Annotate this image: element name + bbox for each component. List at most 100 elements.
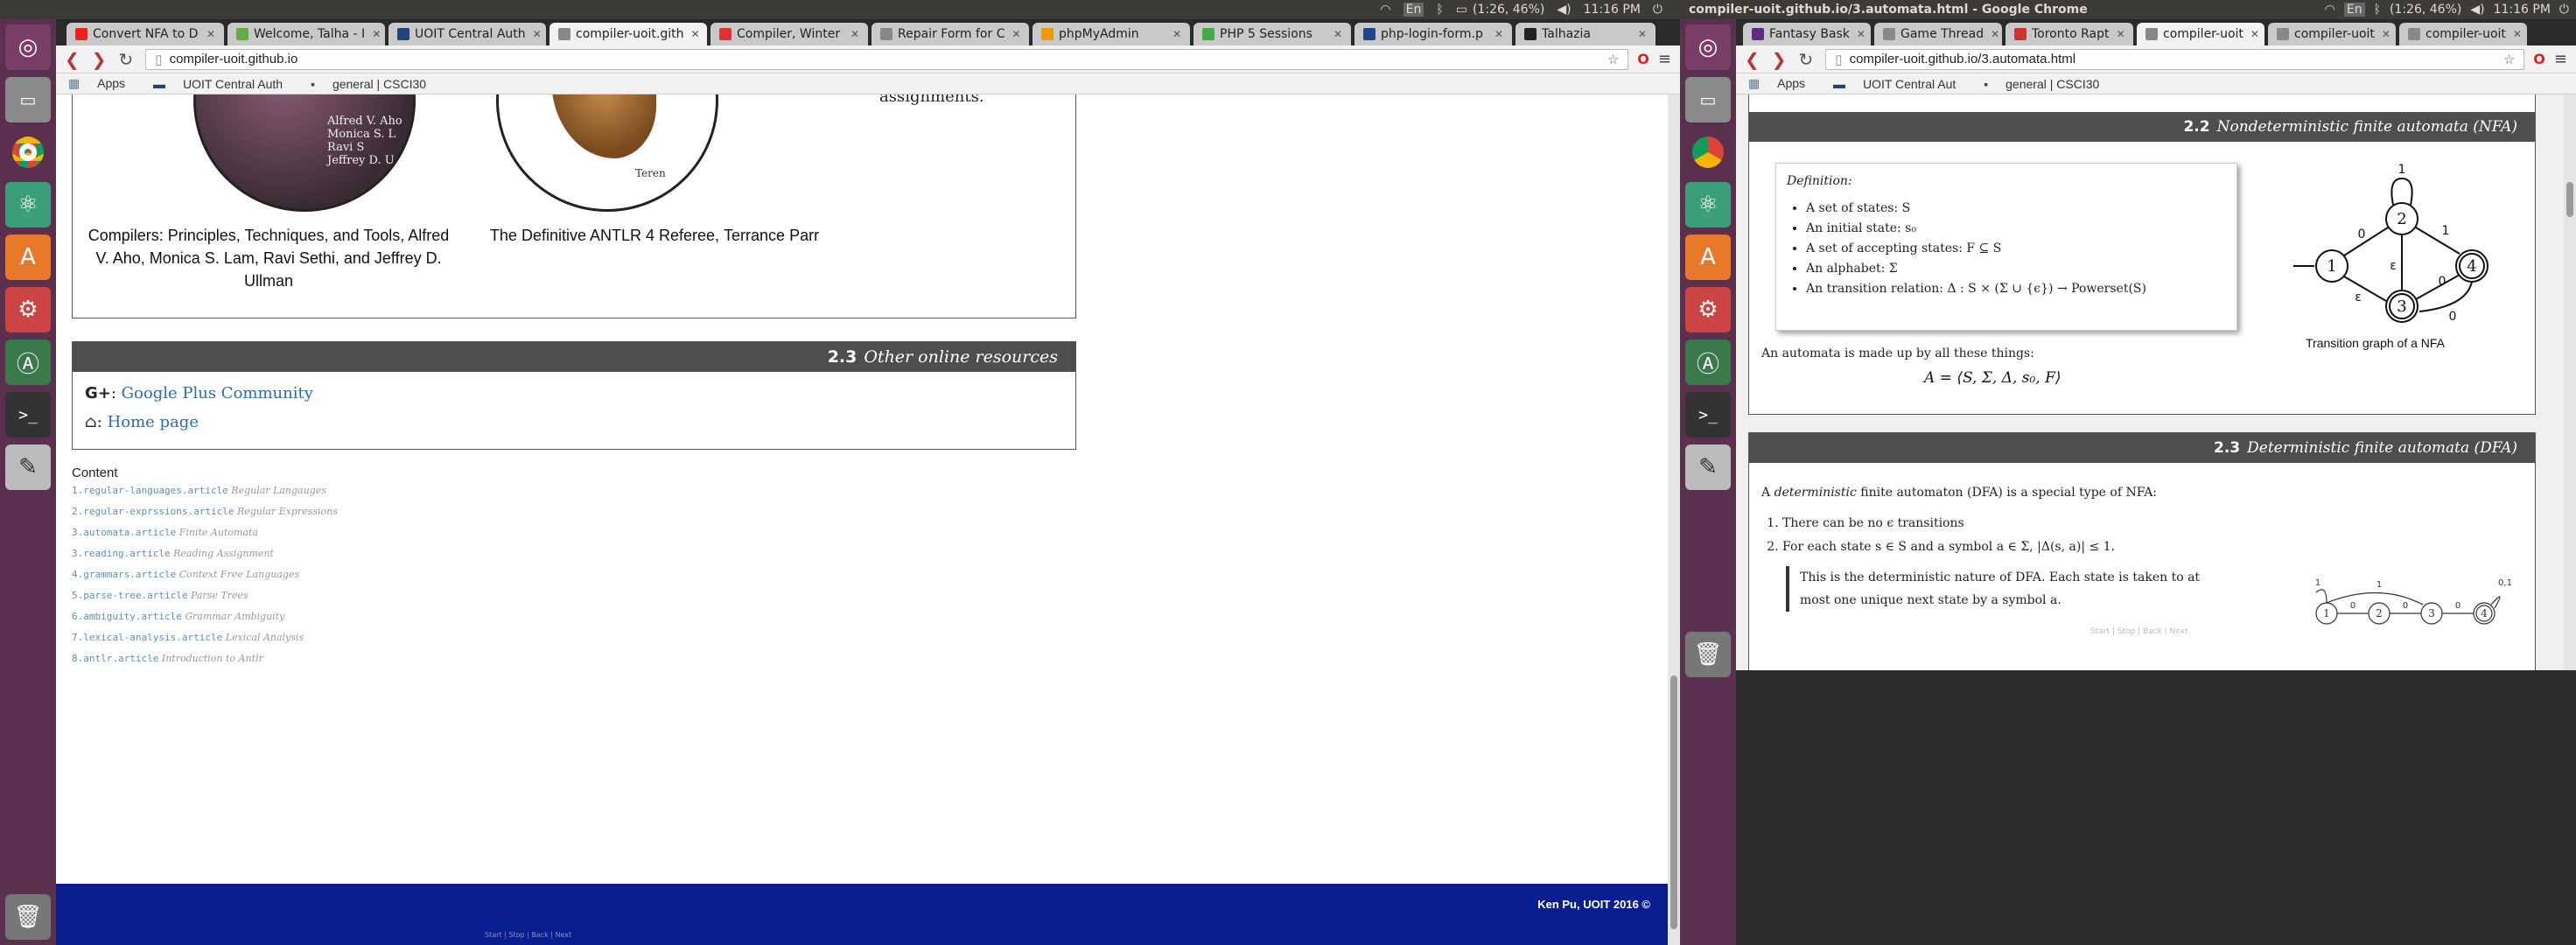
text-editor-icon[interactable]: ✎ bbox=[1685, 444, 1731, 490]
close-tab-icon[interactable]: ✕ bbox=[2110, 28, 2125, 40]
close-tab-icon[interactable]: ✕ bbox=[2244, 28, 2259, 40]
article-link[interactable]: 5.parse-tree.article bbox=[72, 590, 187, 601]
close-tab-icon[interactable]: ✕ bbox=[1326, 28, 1342, 40]
list-item[interactable]: 5.parse-tree.article Parse Trees bbox=[72, 590, 597, 611]
updater-icon[interactable]: Ⓐ bbox=[5, 340, 51, 385]
reload-icon[interactable]: ↻ bbox=[119, 49, 134, 70]
list-item[interactable]: 6.ambiguity.article Grammar Ambiguity bbox=[72, 611, 597, 632]
browser-tab[interactable]: Talhazia ✕ bbox=[1516, 23, 1656, 46]
files-icon[interactable]: ▭ bbox=[1685, 77, 1731, 122]
browser-tab[interactable]: Compiler, Winter ✕ bbox=[710, 23, 868, 46]
bookmark-apps[interactable]: ▦ Apps bbox=[68, 76, 139, 91]
bookmark-general[interactable]: ▪ general | CSCI30 bbox=[311, 77, 440, 91]
url-input[interactable]: ▯ compiler-uoit.github.io ☆ bbox=[145, 48, 1629, 70]
close-tab-icon[interactable]: ✕ bbox=[365, 28, 381, 40]
close-tab-icon[interactable]: ✕ bbox=[684, 28, 700, 40]
close-tab-icon[interactable]: ✕ bbox=[2506, 28, 2522, 40]
article-link[interactable]: 3.automata.article bbox=[72, 527, 176, 538]
atom-icon[interactable]: ⚛ bbox=[5, 182, 51, 228]
bookmark-uoit[interactable]: ▬ UOIT Central Aut bbox=[1833, 77, 1970, 91]
list-item[interactable]: 2.regular-exprssions.article Regular Exp… bbox=[72, 506, 597, 527]
article-link[interactable]: 3.reading.article bbox=[72, 548, 171, 559]
browser-tab[interactable]: Welcome, Talha - I ✕ bbox=[228, 23, 385, 46]
trash-icon[interactable]: 🗑 bbox=[1685, 632, 1731, 677]
power-icon[interactable]: ⏻ bbox=[1653, 3, 1662, 17]
browser-tab[interactable]: Convert NFA to D ✕ bbox=[66, 23, 224, 46]
ubuntu-dash-icon[interactable]: ◎ bbox=[5, 24, 51, 70]
star-icon[interactable]: ☆ bbox=[1607, 52, 1619, 67]
browser-tab[interactable]: UOIT Central Auth ✕ bbox=[388, 23, 546, 46]
reload-icon[interactable]: ↻ bbox=[1799, 49, 1814, 70]
close-tab-icon[interactable]: ✕ bbox=[1850, 28, 1866, 40]
power-icon[interactable]: ⏻ bbox=[2559, 3, 2569, 17]
files-icon[interactable]: ▭ bbox=[5, 77, 51, 122]
bookmark-uoit[interactable]: ▬ UOIT Central Auth bbox=[153, 77, 297, 91]
list-item[interactable]: 4.grammars.article Context Free Language… bbox=[72, 569, 597, 590]
clock[interactable]: 11:16 PM bbox=[1584, 3, 1641, 17]
browser-tab[interactable]: php-login-form.p ✕ bbox=[1354, 23, 1512, 46]
wifi-icon[interactable]: ◠ bbox=[2325, 3, 2335, 17]
bluetooth-icon[interactable]: ᛒ bbox=[2374, 3, 2381, 17]
list-item[interactable]: 1.regular-languages.article Regular Lang… bbox=[72, 485, 597, 506]
forward-icon[interactable]: ❯ bbox=[92, 49, 107, 70]
slide-nav[interactable]: Start | Stop | Back | Next bbox=[2090, 627, 2188, 636]
forward-icon[interactable]: ❯ bbox=[1772, 49, 1787, 70]
bookmark-apps[interactable]: ▦ Apps bbox=[1748, 76, 1819, 91]
close-tab-icon[interactable]: ✕ bbox=[200, 28, 215, 40]
article-link[interactable]: 2.regular-exprssions.article bbox=[72, 506, 234, 517]
slide-nav[interactable]: Start | Stop | Back | Next bbox=[485, 931, 571, 939]
scrollbar[interactable] bbox=[2564, 94, 2576, 670]
star-icon[interactable]: ☆ bbox=[2503, 52, 2515, 67]
book-cover-dragon[interactable]: Alfred V. Aho Monica S. L Ravi S Jeffrey… bbox=[193, 94, 416, 212]
close-tab-icon[interactable]: ✕ bbox=[1166, 28, 1181, 40]
list-item[interactable]: 3.automata.article Finite Automata bbox=[72, 527, 597, 548]
atom-icon[interactable]: ⚛ bbox=[1685, 182, 1731, 228]
close-tab-icon[interactable]: ✕ bbox=[1984, 28, 1999, 40]
chrome-icon[interactable] bbox=[5, 130, 51, 175]
keyboard-icon[interactable]: En bbox=[2343, 3, 2365, 17]
close-tab-icon[interactable]: ✕ bbox=[1004, 28, 1020, 40]
settings-icon[interactable]: ⚙ bbox=[1685, 287, 1731, 332]
browser-tab[interactable]: compiler-uoit ✕ bbox=[2399, 23, 2527, 46]
bluetooth-icon[interactable]: ᛒ bbox=[1436, 3, 1443, 17]
text-editor-icon[interactable]: ✎ bbox=[5, 444, 51, 490]
article-link[interactable]: 8.antlr.article bbox=[72, 653, 158, 664]
article-link[interactable]: 4.grammars.article bbox=[72, 569, 176, 580]
back-icon[interactable]: ❮ bbox=[1745, 49, 1760, 70]
browser-tab[interactable]: Toronto Rapt ✕ bbox=[2006, 23, 2133, 46]
list-item[interactable]: 7.lexical-analysis.article Lexical Analy… bbox=[72, 632, 597, 653]
list-item[interactable]: 3.reading.article Reading Assignment bbox=[72, 548, 597, 569]
battery-icon[interactable]: ▭ bbox=[1456, 3, 1467, 17]
browser-tab-active[interactable]: compiler-uoit ✕ bbox=[2137, 23, 2264, 46]
home-page-link[interactable]: Home page bbox=[108, 413, 199, 431]
volume-icon[interactable]: ◀) bbox=[2470, 3, 2484, 17]
ubuntu-dash-icon[interactable]: ◎ bbox=[1685, 24, 1731, 70]
opera-icon[interactable]: O bbox=[1637, 51, 1649, 67]
chrome-icon[interactable] bbox=[1685, 130, 1731, 175]
google-plus-link[interactable]: Google Plus Community bbox=[122, 384, 313, 402]
trash-icon[interactable]: 🗑 bbox=[5, 894, 51, 940]
close-tab-icon[interactable]: ✕ bbox=[526, 28, 542, 40]
opera-icon[interactable]: O bbox=[2533, 51, 2545, 67]
browser-tab[interactable]: compiler-uoit ✕ bbox=[2268, 23, 2396, 46]
url-input[interactable]: ▯ compiler-uoit.github.io/3.automata.htm… bbox=[1825, 48, 2525, 70]
terminal-icon[interactable]: >_ bbox=[1685, 392, 1731, 438]
menu-icon[interactable]: ≡ bbox=[2554, 50, 2567, 68]
terminal-icon[interactable]: >_ bbox=[5, 392, 51, 438]
scrollbar-thumb[interactable] bbox=[2566, 182, 2573, 217]
browser-tab[interactable]: Fantasy Bask ✕ bbox=[1743, 23, 1871, 46]
close-tab-icon[interactable]: ✕ bbox=[2375, 28, 2390, 40]
software-center-icon[interactable]: A bbox=[5, 234, 51, 280]
close-tab-icon[interactable]: ✕ bbox=[844, 28, 859, 40]
close-tab-icon[interactable]: ✕ bbox=[1488, 28, 1503, 40]
scrollbar-thumb[interactable] bbox=[1670, 676, 1677, 929]
software-center-icon[interactable]: A bbox=[1685, 234, 1731, 280]
wifi-icon[interactable]: ◠ bbox=[1380, 3, 1390, 17]
list-item[interactable]: 8.antlr.article Introduction to Antlr bbox=[72, 653, 597, 674]
back-icon[interactable]: ❮ bbox=[65, 49, 80, 70]
bookmark-general[interactable]: ▪ general | CSCI30 bbox=[1984, 77, 2113, 91]
scrollbar[interactable] bbox=[1668, 94, 1680, 945]
article-link[interactable]: 7.lexical-analysis.article bbox=[72, 632, 222, 643]
updater-icon[interactable]: Ⓐ bbox=[1685, 340, 1731, 385]
article-link[interactable]: 1.regular-languages.article bbox=[72, 485, 228, 496]
